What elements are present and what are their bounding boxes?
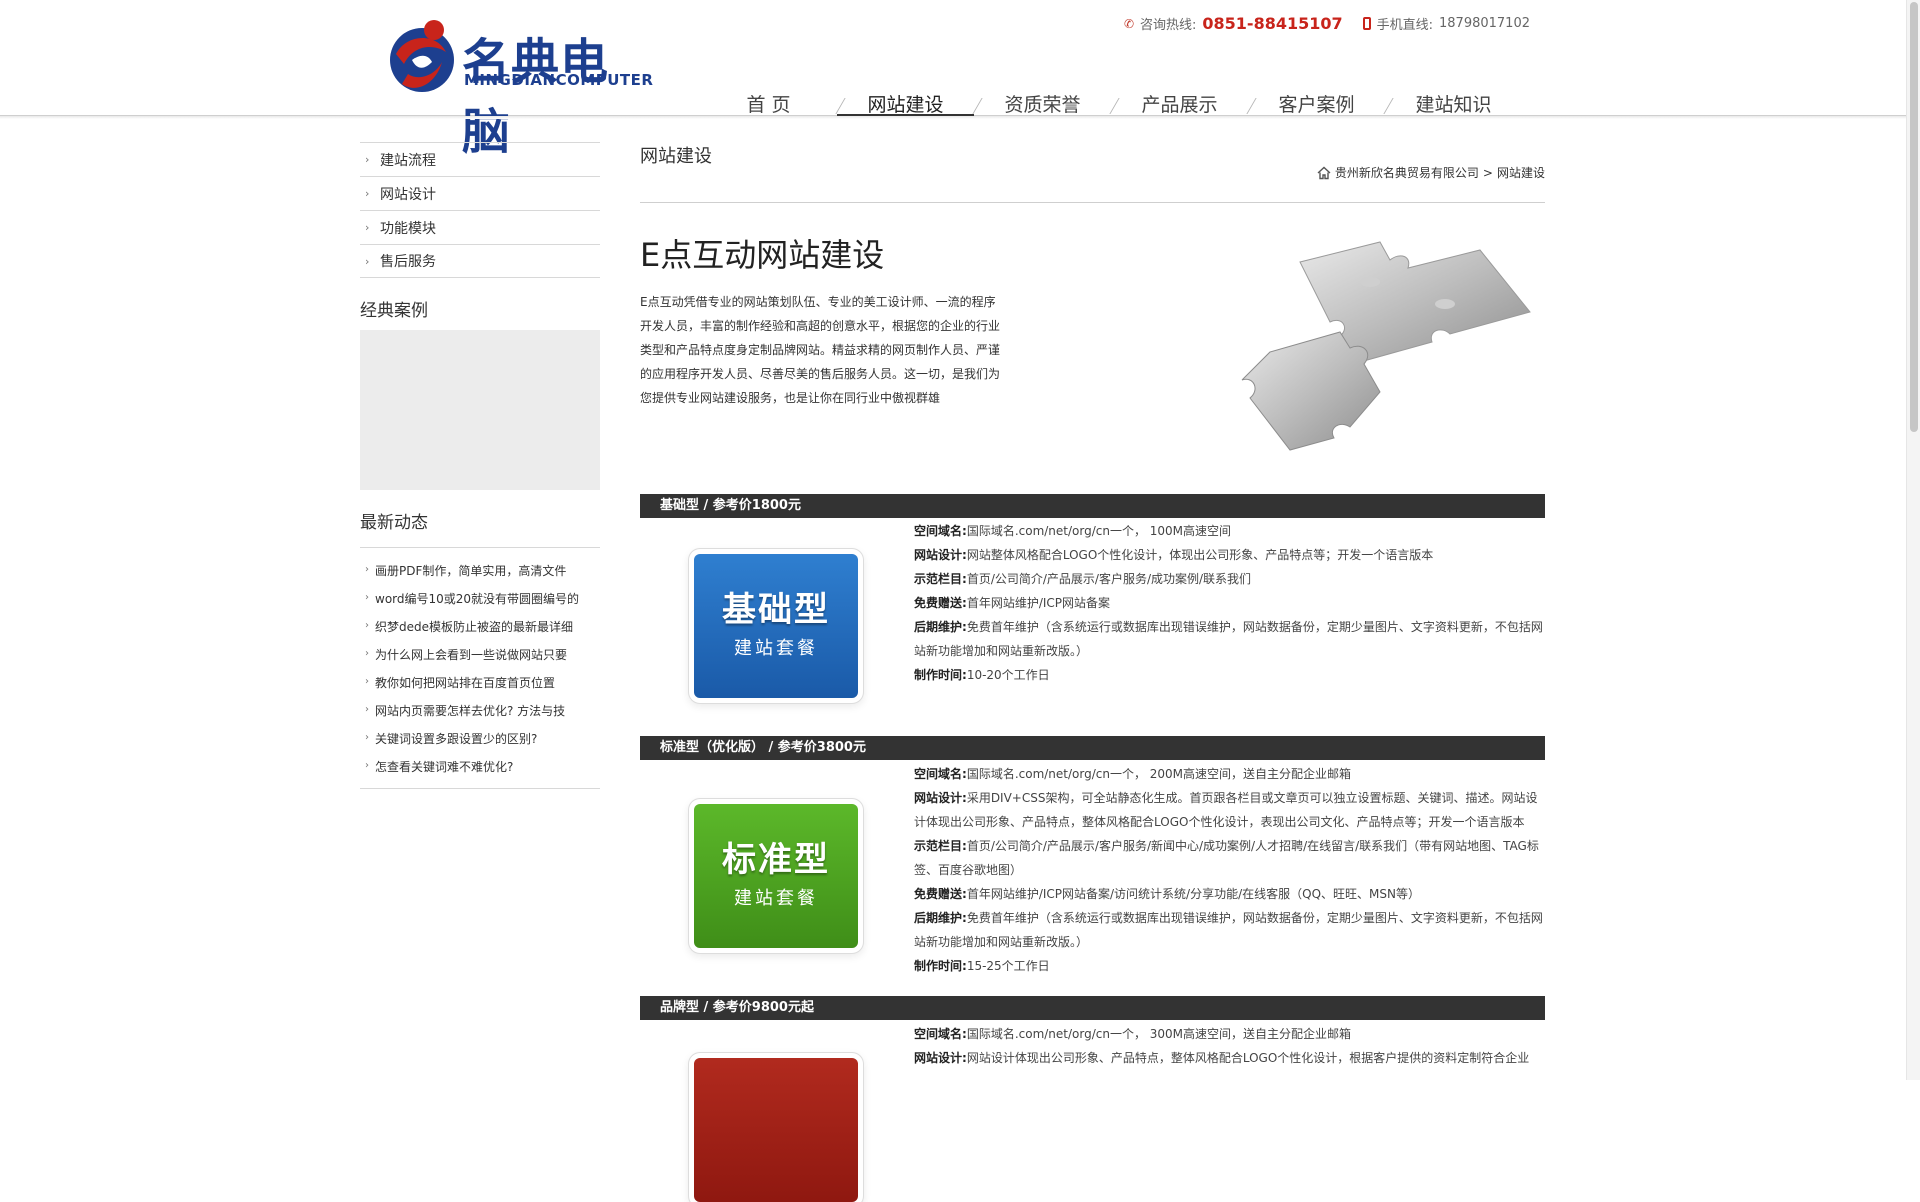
chevron-right-icon: › [365, 153, 370, 166]
news-list: › 画册PDF制作，简单实用，高清文件 › word编号10或20就没有带圆圈编号的… [360, 556, 600, 789]
news-item[interactable]: › 网站内页需要怎样去优化? 方法与技 [360, 696, 600, 724]
news-item[interactable]: › 关键词设置多跟设置少的区别? [360, 724, 600, 752]
site-logo[interactable]: 名典电脑 MINGDIANCOMPUTER [386, 14, 653, 160]
chevron-right-icon: › [365, 187, 370, 200]
news-item[interactable]: › 画册PDF制作，简单实用，高清文件 [360, 556, 600, 584]
site-header: 名典电脑 MINGDIANCOMPUTER ✆ 咨询热线: 0851-88415… [0, 0, 1906, 160]
news-item[interactable]: › 教你如何把网站排在百度首页位置 [360, 668, 600, 696]
news-heading: 最新动态 [360, 508, 600, 548]
package-basic-badge[interactable]: 基础型 建站套餐 [694, 554, 858, 698]
package-brand-details: 空间域名:国际域名.com/net/org/cn一个， 300M高速空间，送自主… [914, 1027, 1530, 1065]
chevron-right-icon: › [365, 221, 370, 234]
logo-mark-icon [390, 20, 454, 92]
news-item[interactable]: › 为什么网上会看到一些说做网站只要 [360, 640, 600, 668]
chevron-right-icon: › [365, 704, 369, 715]
scrollbar-thumb[interactable] [1910, 2, 1918, 432]
news-item[interactable]: › word编号10或20就没有带圆圈编号的 [360, 584, 600, 612]
nav-item-qualifications[interactable]: 资质荣誉 [974, 90, 1120, 116]
chevron-right-icon: › [365, 620, 369, 631]
sidebar-menu: › 建站流程 › 网站设计 › 功能模块 › 售后服务 [360, 142, 600, 278]
title-divider [640, 202, 1545, 203]
package-standard-badge[interactable]: 标准型 建站套餐 [694, 804, 858, 948]
package-basic-details: 空间域名:国际域名.com/net/org/cn一个， 100M高速空间 网站设… [914, 524, 1543, 682]
package-brand-bar: 品牌型 / 参考价9800元起 [640, 996, 1545, 1020]
package-standard-details: 空间域名:国际域名.com/net/org/cn一个， 200M高速空间，送自主… [914, 767, 1543, 973]
package-standard-bar: 标准型（优化版） / 参考价3800元 [640, 736, 1545, 760]
cases-image-placeholder[interactable] [360, 330, 600, 490]
contact-info: ✆ 咨询热线: 0851-88415107 手机直线: 18798017102 [1124, 14, 1530, 33]
intro-title: E点互动网站建设 [640, 236, 885, 274]
package-basic-bar: 基础型 / 参考价1800元 [640, 494, 1545, 518]
nav-item-cases[interactable]: 客户案例 [1248, 90, 1394, 116]
breadcrumb-home-link[interactable]: 贵州新欣名典贸易有限公司 [1335, 164, 1479, 181]
main-nav: 首 页 网站建设 资质荣誉 产品展示 客户案例 建站知识 [700, 90, 1522, 116]
nav-item-home[interactable]: 首 页 [700, 90, 846, 116]
hotline-label: 咨询热线: [1140, 18, 1197, 33]
chevron-right-icon: › [365, 592, 369, 603]
chevron-right-icon: › [365, 760, 369, 771]
chevron-right-icon: › [365, 676, 369, 687]
breadcrumb-current[interactable]: 网站建设 [1497, 164, 1545, 181]
chevron-right-icon: › [365, 564, 369, 575]
breadcrumb-separator: > [1482, 165, 1493, 180]
news-item[interactable]: › 织梦dede模板防止被盗的最新最详细 [360, 612, 600, 640]
nav-item-website-building[interactable]: 网站建设 [837, 90, 983, 116]
vertical-scrollbar[interactable] [1906, 0, 1920, 1080]
nav-item-products[interactable]: 产品展示 [1111, 90, 1257, 116]
header-divider [0, 116, 1906, 119]
cases-heading: 经典案例 [360, 301, 428, 321]
chevron-right-icon: › [365, 255, 370, 268]
logo-english-text: MINGDIANCOMPUTER [464, 71, 654, 89]
puzzle-pieces-image [1241, 241, 1531, 451]
mobile-number: 18798017102 [1439, 16, 1530, 31]
chevron-right-icon: › [365, 732, 369, 743]
sidebar-item-process[interactable]: › 建站流程 [360, 142, 600, 176]
sidebar: › 建站流程 › 网站设计 › 功能模块 › 售后服务 经典案例 最新动态 › 画册PDF… [360, 142, 600, 789]
mobile-phone-icon [1362, 17, 1371, 30]
news-item[interactable]: › 怎查看关键词难不难优化? [360, 752, 600, 780]
intro-text: E点互动凭借专业的网站策划队伍、专业的美工设计师、一流的程序开发人员，丰富的制作… [640, 295, 1001, 405]
home-icon [1317, 166, 1331, 179]
sidebar-item-modules[interactable]: › 功能模块 [360, 210, 600, 244]
chevron-right-icon: › [365, 648, 369, 659]
nav-item-knowledge[interactable]: 建站知识 [1385, 90, 1522, 116]
phone-handset-icon: ✆ [1123, 16, 1134, 31]
main-content: 网站建设 贵州新欣名典贸易有限公司 > 网站建设 E点互动网站建设 E点互动凭借… [640, 142, 1545, 1202]
mobile-label: 手机直线: [1376, 18, 1434, 33]
hotline-number: 0851-88415107 [1202, 14, 1343, 33]
sidebar-item-design[interactable]: › 网站设计 [360, 176, 600, 210]
sidebar-item-aftersales[interactable]: › 售后服务 [360, 244, 600, 278]
breadcrumb: 贵州新欣名典贸易有限公司 > 网站建设 [1317, 164, 1545, 181]
logo-chinese-text: 名典电脑 [462, 34, 610, 160]
